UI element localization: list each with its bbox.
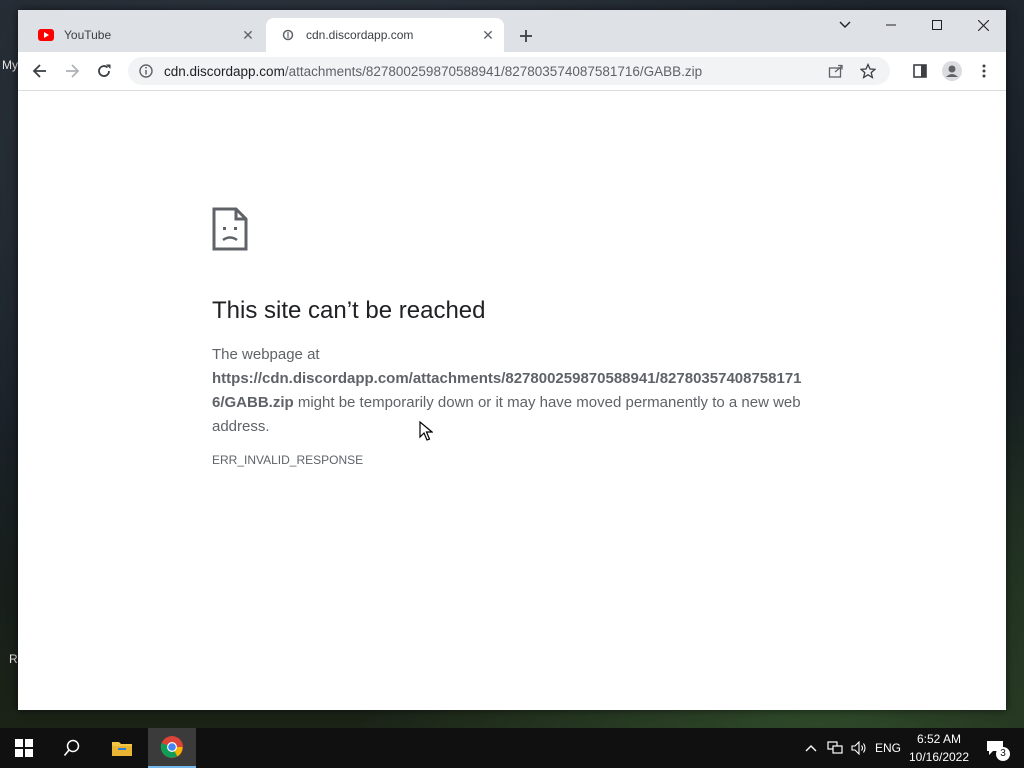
close-tab-icon[interactable]: ✕ bbox=[478, 25, 498, 45]
minimize-icon bbox=[886, 24, 896, 26]
tab-label: cdn.discordapp.com bbox=[306, 28, 414, 42]
mouse-cursor-icon bbox=[419, 420, 434, 445]
clock-date: 10/16/2022 bbox=[908, 750, 970, 764]
side-panel-icon bbox=[913, 64, 927, 78]
file-explorer-button[interactable] bbox=[98, 728, 146, 768]
taskbar: ENG 6:52 AM 10/16/2022 3 bbox=[0, 728, 1024, 768]
notification-count-badge: 3 bbox=[996, 747, 1010, 761]
menu-button[interactable] bbox=[970, 57, 998, 85]
search-button[interactable] bbox=[48, 728, 96, 768]
maximize-icon bbox=[932, 20, 942, 30]
windows-logo-icon bbox=[15, 739, 33, 757]
search-icon bbox=[63, 739, 80, 757]
desktop-label-fragment[interactable]: My bbox=[2, 58, 18, 72]
chevron-down-icon bbox=[839, 21, 851, 28]
error-body-prefix: The webpage at bbox=[212, 346, 320, 363]
address-bar[interactable]: cdn.discordapp.com/attachments/827800259… bbox=[128, 57, 890, 85]
error-body-suffix: might be temporarily down or it may have… bbox=[212, 394, 801, 435]
close-icon bbox=[977, 19, 989, 31]
folder-icon bbox=[112, 742, 132, 756]
show-hidden-icons-button[interactable] bbox=[802, 728, 820, 768]
url-domain: cdn.discordapp.com bbox=[164, 63, 285, 79]
url-text[interactable]: cdn.discordapp.com/attachments/827800259… bbox=[164, 64, 702, 79]
youtube-icon bbox=[38, 27, 54, 43]
chrome-taskbar-button[interactable] bbox=[148, 728, 196, 768]
back-arrow-icon bbox=[32, 64, 46, 78]
profile-avatar-icon bbox=[942, 61, 962, 81]
url-path: /attachments/827800259870588941/82780357… bbox=[284, 63, 703, 79]
sad-page-icon bbox=[212, 207, 248, 255]
desktop-label-fragment[interactable]: R bbox=[9, 652, 18, 666]
error-page: This site can’t be reached The webpage a… bbox=[18, 91, 1006, 710]
reload-button[interactable] bbox=[90, 57, 118, 85]
error-title: This site can’t be reached bbox=[212, 297, 486, 324]
browser-toolbar: cdn.discordapp.com/attachments/827800259… bbox=[18, 52, 1006, 91]
share-icon[interactable] bbox=[825, 60, 847, 82]
side-panel-button[interactable] bbox=[906, 57, 934, 85]
close-window-button[interactable] bbox=[960, 10, 1006, 40]
globe-icon bbox=[280, 27, 296, 43]
close-tab-icon[interactable]: ✕ bbox=[238, 25, 258, 45]
start-button[interactable] bbox=[0, 728, 48, 768]
more-vert-icon bbox=[982, 64, 986, 78]
error-code: ERR_INVALID_RESPONSE bbox=[212, 453, 364, 467]
bookmark-star-icon[interactable] bbox=[857, 60, 879, 82]
tab-youtube[interactable]: YouTube ✕ bbox=[24, 18, 264, 52]
back-button[interactable] bbox=[26, 57, 54, 85]
forward-button[interactable] bbox=[58, 57, 86, 85]
network-icon[interactable] bbox=[824, 728, 846, 768]
volume-icon[interactable] bbox=[848, 728, 870, 768]
plus-icon bbox=[520, 30, 532, 42]
reload-icon bbox=[98, 64, 111, 77]
tab-label: YouTube bbox=[64, 28, 112, 42]
chevron-up-icon bbox=[805, 745, 817, 752]
site-info-icon[interactable] bbox=[136, 64, 156, 78]
language-indicator[interactable]: ENG bbox=[872, 728, 904, 768]
system-clock[interactable]: 6:52 AM 10/16/2022 bbox=[904, 730, 974, 766]
forward-arrow-icon bbox=[66, 64, 80, 78]
tab-strip: YouTube ✕ cdn.discordapp.com ✕ bbox=[18, 10, 1006, 52]
new-tab-button[interactable] bbox=[514, 24, 538, 48]
maximize-button[interactable] bbox=[914, 10, 960, 40]
tab-search-button[interactable] bbox=[822, 10, 868, 40]
browser-window: YouTube ✕ cdn.discordapp.com ✕ cdn.disco… bbox=[18, 10, 1006, 710]
tab-cdn-discordapp[interactable]: cdn.discordapp.com ✕ bbox=[266, 18, 504, 52]
minimize-button[interactable] bbox=[868, 10, 914, 40]
chrome-icon bbox=[160, 736, 183, 758]
error-description: The webpage at https://cdn.discordapp.co… bbox=[212, 343, 812, 439]
profile-button[interactable] bbox=[938, 57, 966, 85]
action-center-button[interactable]: 3 bbox=[980, 728, 1010, 768]
clock-time: 6:52 AM bbox=[916, 732, 962, 746]
